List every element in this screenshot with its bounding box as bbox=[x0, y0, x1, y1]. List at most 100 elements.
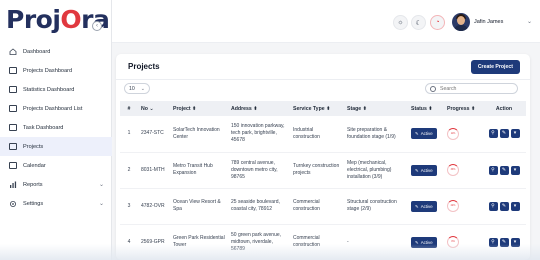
sidebar-item-calendar[interactable]: Calendar bbox=[0, 156, 112, 175]
row-status: ✎ Active bbox=[408, 188, 444, 225]
search-icon bbox=[430, 85, 436, 92]
page-length-value: 10 bbox=[129, 85, 135, 92]
sidebar-item-projects[interactable]: Projects bbox=[0, 137, 112, 156]
row-service-type: Turnkey construction projects bbox=[290, 152, 344, 189]
col-no[interactable]: No ⌄ bbox=[138, 101, 170, 116]
sidebar-item-statistics-dashboard[interactable]: Statistics Dashboard bbox=[0, 80, 112, 99]
view-icon[interactable]: ⚲ bbox=[488, 129, 498, 139]
card-divider bbox=[116, 79, 530, 80]
row-status: ✎ Active bbox=[408, 152, 444, 189]
row-stage: Mep (mechanical, electrical, plumbing) i… bbox=[344, 152, 408, 189]
row-progress: 11% bbox=[444, 116, 482, 153]
sidebar-nav: Dashboard Projects Dashboard Statistics … bbox=[0, 42, 112, 213]
row-service-type: Commercial construction bbox=[290, 188, 344, 225]
table-header-row: # No ⌄ Project ⬍ Address ⬍ Service Type … bbox=[120, 101, 526, 116]
col-progress[interactable]: Progress ⬍ bbox=[444, 101, 482, 116]
user-menu-chevron-icon[interactable]: ⌄ bbox=[527, 18, 532, 25]
row-stage: Structural construction stage (2/9) bbox=[344, 188, 408, 225]
collapse-sidebar-button[interactable]: ‹ bbox=[92, 21, 102, 31]
sidebar-item-label: Task Dashboard bbox=[23, 124, 64, 131]
row-project[interactable]: SolarTech Innovation Center bbox=[170, 116, 228, 153]
avatar[interactable] bbox=[452, 13, 470, 31]
sidebar-item-label: Calendar bbox=[23, 162, 46, 169]
row-project[interactable]: Ocean View Resort & Spa bbox=[170, 188, 228, 225]
edit-icon[interactable]: ✎ bbox=[499, 201, 509, 211]
progress-ring: 33% bbox=[447, 164, 459, 176]
notification-button[interactable]: ◔ bbox=[430, 15, 445, 30]
status-badge[interactable]: ✎ Active bbox=[411, 164, 437, 176]
task-icon bbox=[9, 124, 17, 131]
sidebar-item-label: Reports bbox=[23, 181, 43, 188]
row-actions: ⚲ ✎ ▾ bbox=[482, 188, 526, 225]
edit-icon[interactable]: ✎ bbox=[499, 165, 509, 175]
chart-icon bbox=[9, 86, 17, 93]
chevron-down-icon: ⌄ bbox=[98, 182, 104, 188]
row-index: 3 bbox=[120, 188, 138, 225]
col-index[interactable]: # bbox=[120, 101, 138, 116]
row-service-type: Industrial construction bbox=[290, 116, 344, 153]
sidebar-item-label: Projects Dashboard List bbox=[23, 105, 83, 112]
row-project[interactable]: Metro Transit Hub Expansion bbox=[170, 152, 228, 189]
view-icon[interactable]: ⚲ bbox=[488, 165, 498, 175]
home-icon bbox=[9, 48, 17, 55]
theme-dark-button[interactable]: ☾ bbox=[411, 15, 426, 30]
list-icon bbox=[9, 105, 17, 112]
sidebar-item-task-dashboard[interactable]: Task Dashboard bbox=[0, 118, 112, 137]
create-project-button[interactable]: Create Project bbox=[470, 60, 520, 74]
row-actions: ⚲ ✎ ▾ bbox=[482, 152, 526, 189]
gear-icon bbox=[9, 200, 17, 207]
row-no: 8031-MTH bbox=[138, 152, 170, 189]
row-index: 1 bbox=[120, 116, 138, 153]
projects-card: Projects Create Project 10 ⌄ # No ⌄ Proj… bbox=[116, 54, 530, 260]
sidebar: ProjOra Dashboard Projects Dashboard Sta… bbox=[0, 0, 112, 260]
calendar-icon bbox=[9, 162, 17, 169]
user-name[interactable]: Jafin James bbox=[474, 19, 503, 25]
projects-table: # No ⌄ Project ⬍ Address ⬍ Service Type … bbox=[120, 101, 526, 260]
status-badge[interactable]: ✎ Active bbox=[411, 200, 437, 212]
progress-ring: 11% bbox=[447, 127, 459, 140]
search-input[interactable] bbox=[440, 85, 510, 92]
delete-icon[interactable]: ▾ bbox=[510, 201, 520, 211]
chevron-left-icon: ‹ bbox=[96, 23, 98, 29]
row-progress: 22% bbox=[444, 188, 482, 225]
row-no: 2347-STC bbox=[138, 116, 170, 153]
sidebar-item-label: Statistics Dashboard bbox=[23, 86, 75, 93]
sidebar-item-dashboard[interactable]: Dashboard bbox=[0, 42, 112, 61]
sidebar-item-settings[interactable]: Settings ⌄ bbox=[0, 194, 112, 213]
delete-icon[interactable]: ▾ bbox=[510, 165, 520, 175]
sidebar-item-label: Projects Dashboard bbox=[23, 67, 73, 74]
sidebar-item-label: Projects bbox=[23, 143, 44, 150]
moon-icon: ☾ bbox=[415, 19, 422, 27]
table-row[interactable]: 1 2347-STC SolarTech Innovation Center 1… bbox=[120, 116, 526, 153]
row-address: 150 innovation parkway, tech park, brigh… bbox=[228, 116, 290, 153]
col-address[interactable]: Address ⬍ bbox=[228, 101, 290, 116]
col-service-type[interactable]: Service Type ⬍ bbox=[290, 101, 344, 116]
chevron-down-icon: ⌄ bbox=[140, 85, 145, 92]
row-address: 789 central avenue, downtown metro city,… bbox=[228, 152, 290, 189]
table-row[interactable]: 3 4782-OVR Ocean View Resort & Spa 25 se… bbox=[120, 188, 526, 225]
progress-ring: 22% bbox=[447, 200, 459, 212]
col-stage[interactable]: Stage ⬍ bbox=[344, 101, 408, 116]
col-project[interactable]: Project ⬍ bbox=[170, 101, 228, 116]
sidebar-item-reports[interactable]: Reports ⌄ bbox=[0, 175, 112, 194]
projects-icon bbox=[9, 143, 17, 150]
bottom-fade bbox=[0, 244, 540, 260]
row-progress: 33% bbox=[444, 152, 482, 189]
page-length-select[interactable]: 10 ⌄ bbox=[124, 83, 150, 94]
row-actions: ⚲ ✎ ▾ bbox=[482, 116, 526, 153]
table-row[interactable]: 2 8031-MTH Metro Transit Hub Expansion 7… bbox=[120, 152, 526, 189]
edit-icon[interactable]: ✎ bbox=[499, 129, 509, 139]
sidebar-item-label: Dashboard bbox=[23, 48, 51, 55]
sidebar-item-projects-dashboard-list[interactable]: Projects Dashboard List bbox=[0, 99, 112, 118]
delete-icon[interactable]: ▾ bbox=[510, 129, 520, 139]
bar-chart-icon bbox=[9, 181, 17, 188]
chevron-down-icon: ⌄ bbox=[98, 201, 104, 207]
status-badge[interactable]: ✎ Active bbox=[411, 128, 437, 140]
theme-light-button[interactable]: ☼ bbox=[393, 15, 408, 30]
col-status[interactable]: Status ⬍ bbox=[408, 101, 444, 116]
row-status: ✎ Active bbox=[408, 116, 444, 153]
notification-icon: ◔ bbox=[435, 19, 440, 26]
sidebar-item-projects-dashboard[interactable]: Projects Dashboard bbox=[0, 61, 112, 80]
search-box[interactable] bbox=[425, 83, 518, 94]
view-icon[interactable]: ⚲ bbox=[488, 201, 498, 211]
